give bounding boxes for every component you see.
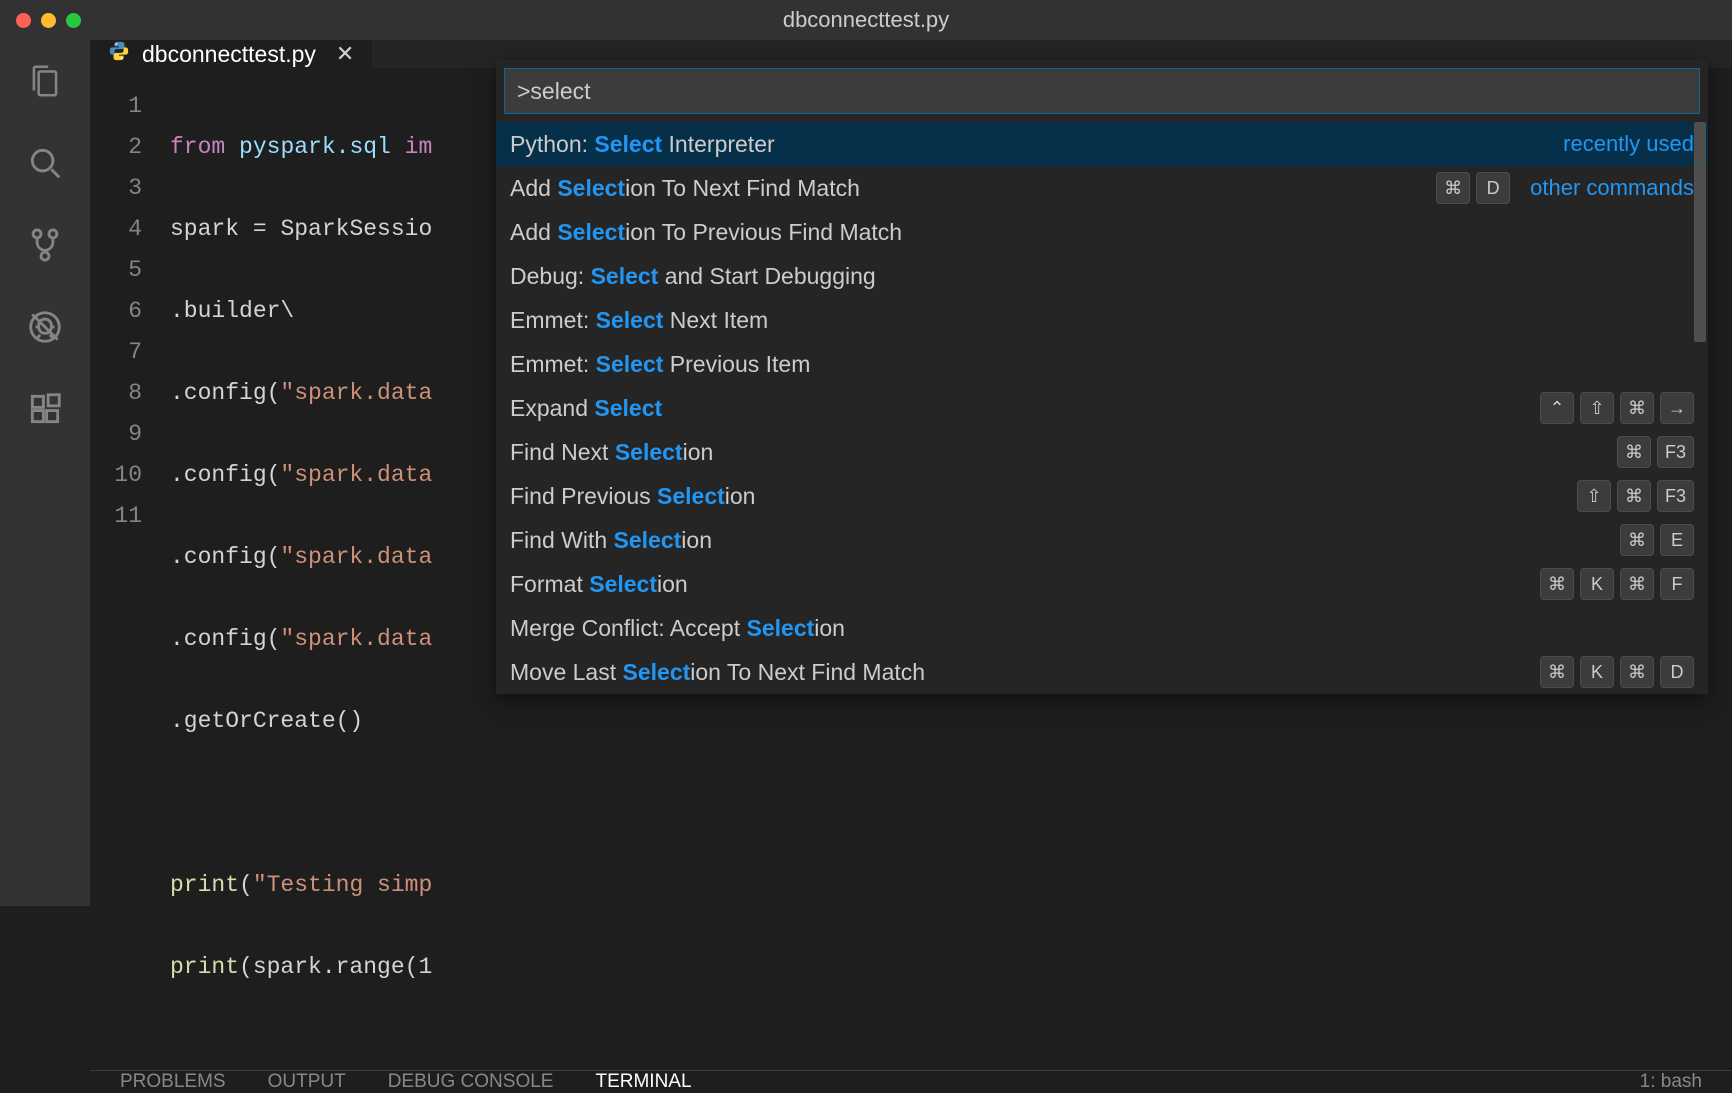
command-label: Move Last Selection To Next Find Match (510, 659, 1524, 686)
search-icon[interactable] (24, 142, 66, 184)
meta-other-commands: other commands (1530, 175, 1694, 201)
command-label: Debug: Select and Start Debugging (510, 263, 1694, 290)
terminal-shell-selector[interactable]: 1: bash (1640, 1071, 1702, 1093)
keycap: ⌃ (1540, 392, 1574, 424)
explorer-icon[interactable] (24, 60, 66, 102)
keycap: ⇧ (1580, 392, 1614, 424)
keybinding: ⌘E (1620, 524, 1694, 556)
keycap: ⌘ (1540, 656, 1574, 688)
command-palette-item[interactable]: Add Selection To Next Find Match⌘Dother … (496, 166, 1708, 210)
keycap: ⌘ (1620, 524, 1654, 556)
tab-label: dbconnecttest.py (142, 41, 316, 68)
command-label: Emmet: Select Previous Item (510, 351, 1694, 378)
command-label: Find Next Selection (510, 439, 1601, 466)
keycap: ⇧ (1577, 480, 1611, 512)
keycap: F3 (1657, 480, 1694, 512)
keycap: → (1660, 392, 1694, 424)
window-controls (0, 13, 81, 28)
keycap: ⌘ (1436, 172, 1470, 204)
close-tab-icon[interactable]: ✕ (336, 41, 354, 67)
command-palette-list: Python: Select Interpreter recently used A… (496, 122, 1708, 694)
keybinding: ⌘D (1436, 172, 1510, 204)
command-label: Merge Conflict: Accept Selection (510, 615, 1694, 642)
command-palette-item[interactable]: Find With Selection ⌘E (496, 518, 1708, 562)
keybinding: ⌃⇧⌘→ (1540, 392, 1694, 424)
command-palette-item[interactable]: Python: Select Interpreter recently used (496, 122, 1708, 166)
keybinding: ⇧⌘F3 (1577, 480, 1694, 512)
maximize-window-button[interactable] (66, 13, 81, 28)
keycap: ⌘ (1617, 436, 1651, 468)
keycap: ⌘ (1540, 568, 1574, 600)
activity-bar (0, 40, 90, 906)
command-palette: Python: Select Interpreter recently used A… (496, 60, 1708, 694)
keycap: D (1476, 172, 1510, 204)
panel-tab-debug-console[interactable]: DEBUG CONSOLE (388, 1071, 554, 1093)
keycap: D (1660, 656, 1694, 688)
extensions-icon[interactable] (24, 388, 66, 430)
command-label: Add Selection To Previous Find Match (510, 219, 1694, 246)
close-window-button[interactable] (16, 13, 31, 28)
keycap: ⌘ (1620, 568, 1654, 600)
command-label: Add Selection To Next Find Match (510, 175, 1420, 202)
python-file-icon (108, 40, 130, 68)
command-palette-item[interactable]: Emmet: Select Next Item (496, 298, 1708, 342)
keycap: ⌘ (1620, 656, 1654, 688)
command-palette-item[interactable]: Emmet: Select Previous Item (496, 342, 1708, 386)
debug-icon[interactable] (24, 306, 66, 348)
command-palette-item[interactable]: Debug: Select and Start Debugging (496, 254, 1708, 298)
command-palette-input[interactable] (504, 68, 1700, 114)
keycap: E (1660, 524, 1694, 556)
command-palette-item[interactable]: Find Next Selection ⌘F3 (496, 430, 1708, 474)
panel-tab-output[interactable]: OUTPUT (268, 1071, 346, 1093)
command-palette-item[interactable]: Merge Conflict: Accept Selection (496, 606, 1708, 650)
command-palette-item[interactable]: Expand Select ⌃⇧⌘→ (496, 386, 1708, 430)
panel-tab-problems[interactable]: PROBLEMS (120, 1071, 226, 1093)
command-palette-item[interactable]: Find Previous Selection ⇧⌘F3 (496, 474, 1708, 518)
command-label: Find Previous Selection (510, 483, 1561, 510)
keybinding: ⌘K⌘F (1540, 568, 1694, 600)
command-palette-item[interactable]: Add Selection To Previous Find Match (496, 210, 1708, 254)
tab-dbconnecttest[interactable]: dbconnecttest.py ✕ (90, 40, 372, 68)
command-label: Emmet: Select Next Item (510, 307, 1694, 334)
keycap: F3 (1657, 436, 1694, 468)
keycap: K (1580, 656, 1614, 688)
scrollbar-thumb[interactable] (1694, 122, 1706, 342)
command-label: Find With Selection (510, 527, 1604, 554)
keybinding: ⌘K⌘D (1540, 656, 1694, 688)
window-title: dbconnecttest.py (783, 7, 949, 33)
command-palette-item[interactable]: Move Last Selection To Next Find Match ⌘K… (496, 650, 1708, 694)
keycap: K (1580, 568, 1614, 600)
panel-tab-terminal[interactable]: TERMINAL (595, 1071, 691, 1093)
command-palette-item[interactable]: Format Selection⌘K⌘F (496, 562, 1708, 606)
keybinding: ⌘F3 (1617, 436, 1694, 468)
title-bar: dbconnecttest.py (0, 0, 1732, 40)
minimize-window-button[interactable] (41, 13, 56, 28)
command-label: Expand Select (510, 395, 1524, 422)
command-label: Python: Select Interpreter (510, 131, 1543, 158)
source-control-icon[interactable] (24, 224, 66, 266)
keycap: ⌘ (1620, 392, 1654, 424)
line-gutter: 1 2 3 4 5 6 7 8 9 10 11 (90, 86, 170, 1070)
keycap: F (1660, 568, 1694, 600)
keycap: ⌘ (1617, 480, 1651, 512)
bottom-panel: PROBLEMS OUTPUT DEBUG CONSOLE TERMINAL 1… (90, 1070, 1732, 1093)
command-label: Format Selection (510, 571, 1524, 598)
meta-recently-used: recently used (1563, 131, 1694, 157)
